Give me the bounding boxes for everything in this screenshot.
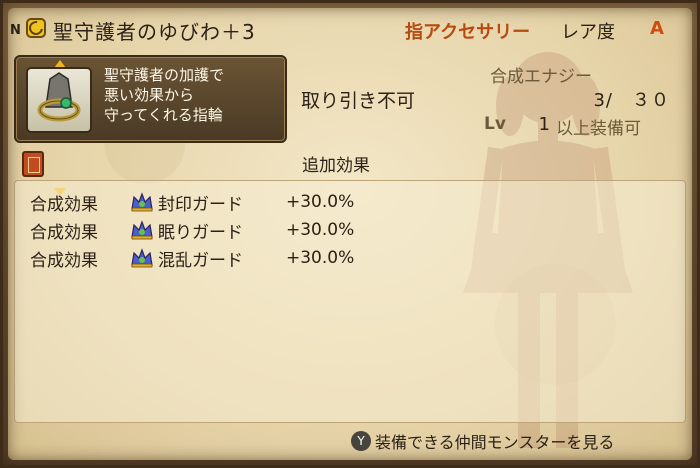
effect-row: 合成効果 混乱ガード +30.0% xyxy=(30,245,354,271)
effect-type: 合成効果 xyxy=(30,222,98,243)
crown-icon xyxy=(131,248,153,268)
window-frame: N 聖守護者のゆびわ＋3 指アクセサリー レア度 A 聖守護者の加護で 悪い効果… xyxy=(0,0,700,468)
view-monsters-label: 装備できる仲間モンスターを見る xyxy=(375,433,615,452)
item-category: 指アクセサリー xyxy=(405,22,531,43)
rarity-label: レア度 xyxy=(561,22,615,43)
synthesis-energy-value: 3/ ３０ xyxy=(593,90,670,111)
level-value: 1 xyxy=(538,114,550,135)
effect-row: 合成効果 眠りガード +30.0% xyxy=(30,217,354,243)
effect-name: 混乱ガード xyxy=(158,250,243,271)
effect-row: 合成効果 封印ガード +30.0% xyxy=(30,189,354,215)
description-line-2: 悪い効果から xyxy=(104,86,195,104)
effect-type: 合成効果 xyxy=(30,194,98,215)
effect-type: 合成効果 xyxy=(30,250,98,271)
effect-name: 封印ガード xyxy=(158,194,243,215)
ring-item-icon xyxy=(26,67,92,133)
item-description: 聖守護者の加護で 悪い効果から 守ってくれる指輪 xyxy=(104,65,284,125)
item-description-card: 聖守護者の加護で 悪い効果から 守ってくれる指輪 xyxy=(14,55,287,196)
crown-icon xyxy=(131,220,153,240)
description-line-1: 聖守護者の加護で xyxy=(104,66,225,84)
level-label: Lv xyxy=(484,114,506,134)
effect-name: 眠りガード xyxy=(158,222,243,243)
effects-title: 追加効果 xyxy=(302,156,370,176)
crown-icon xyxy=(131,192,153,212)
synthesis-energy-label: 合成エナジー xyxy=(490,67,592,87)
effect-value: +30.0% xyxy=(286,192,355,212)
level-suffix: 以上装備可 xyxy=(556,119,641,139)
y-button-icon[interactable]: Y xyxy=(351,431,371,451)
accessory-category-icon xyxy=(26,18,46,38)
rank-letter: N xyxy=(10,23,21,38)
effect-value: +30.0% xyxy=(286,220,355,240)
description-line-3: 守ってくれる指輪 xyxy=(104,106,223,124)
rarity-value: A xyxy=(650,18,664,39)
trade-status: 取り引き不可 xyxy=(301,90,416,112)
view-monsters-button[interactable]: Y 装備できる仲間モンスターを見る xyxy=(351,429,614,453)
item-title: 聖守護者のゆびわ＋3 xyxy=(53,20,256,44)
effect-value: +30.0% xyxy=(286,248,355,268)
book-icon[interactable] xyxy=(22,151,44,177)
